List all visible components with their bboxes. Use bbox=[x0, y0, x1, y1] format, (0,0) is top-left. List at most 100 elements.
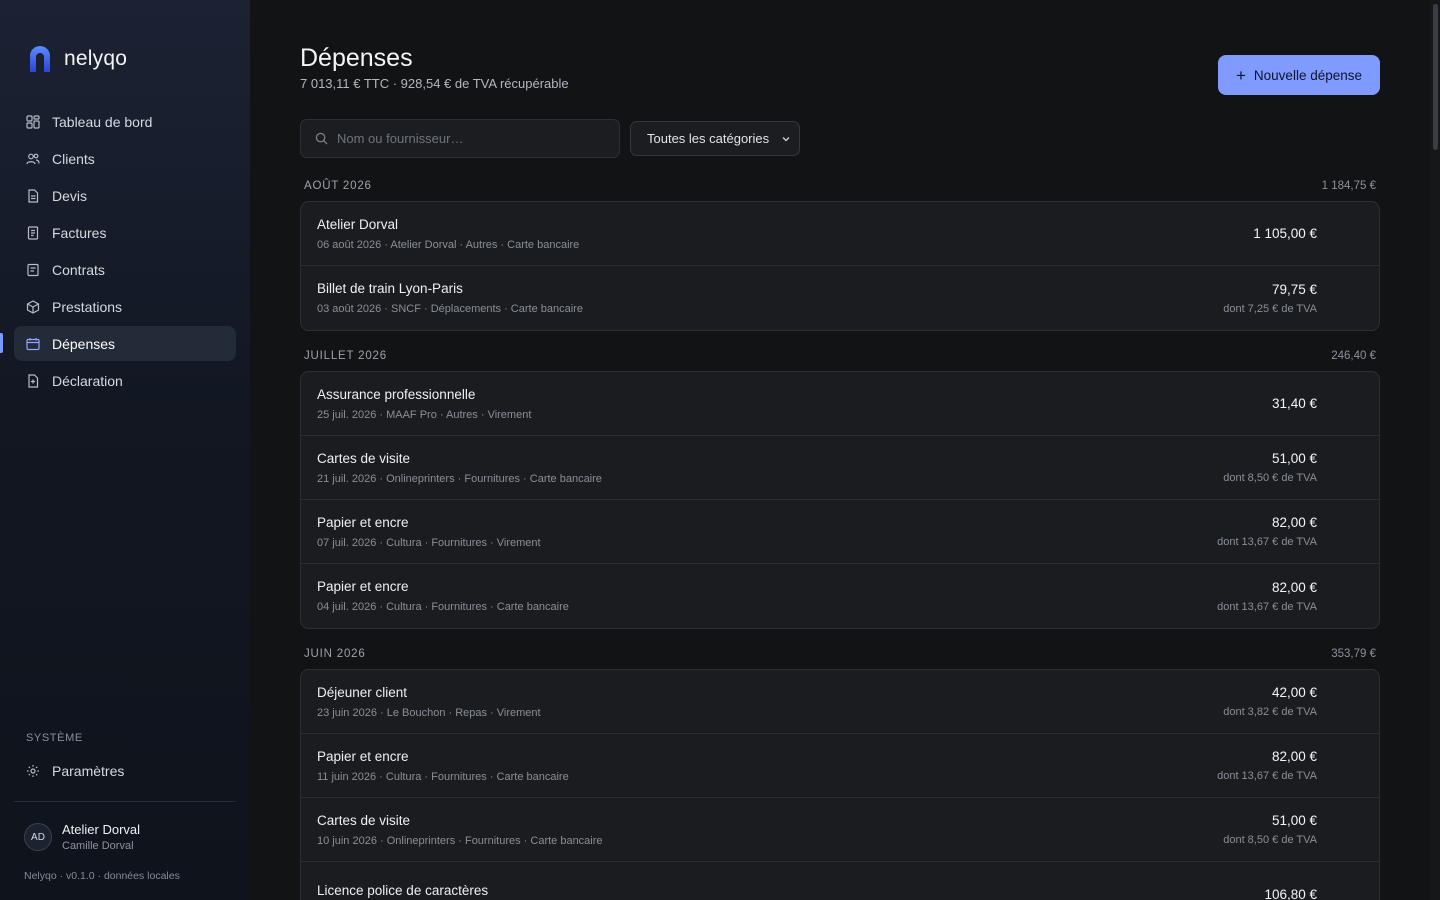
month-total: 353,79 € bbox=[1331, 648, 1376, 660]
category-select-value: Toutes les catégories bbox=[647, 131, 770, 146]
wallet-icon bbox=[26, 337, 40, 350]
sidebar: nelyqo Tableau de bord Clients Devis Fac… bbox=[0, 0, 250, 900]
invoice-icon bbox=[27, 225, 39, 240]
expense-row[interactable]: Papier et encre 07 juil. 2026 · Cultura ·… bbox=[301, 500, 1379, 564]
search-icon bbox=[315, 132, 328, 145]
expense-meta: 21 juil. 2026 · Onlineprinters · Fournit… bbox=[317, 472, 602, 485]
expense-meta: 03 août 2026 · SNCF · Déplacements · Car… bbox=[317, 303, 583, 315]
expense-title: Papier et encre bbox=[317, 748, 409, 764]
user-profile[interactable]: AD Atelier Dorval Camille Dorval bbox=[24, 822, 140, 852]
document-icon bbox=[28, 188, 39, 203]
expense-vat: dont 8,50 € de TVA bbox=[1223, 472, 1317, 484]
expense-vat: dont 3,82 € de TVA bbox=[1223, 706, 1317, 718]
gear-icon bbox=[27, 764, 39, 777]
month-group-header: JUILLET 2026 246,40 € bbox=[300, 341, 1380, 371]
sidebar-divider bbox=[14, 801, 236, 802]
expense-row[interactable]: Déjeuner client 23 juin 2026 · Le Bouchon… bbox=[301, 670, 1379, 734]
expense-meta: 25 juil. 2026 · MAAF Pro · Autres · Vire… bbox=[317, 408, 532, 421]
expense-meta: 23 juin 2026 · Le Bouchon · Repas · Vire… bbox=[317, 706, 541, 719]
expense-meta: 07 juil. 2026 · Cultura · Fournitures · … bbox=[317, 536, 541, 549]
expense-row[interactable]: Atelier Dorval 06 août 2026 · Atelier Dor… bbox=[301, 202, 1379, 266]
user-subname: Camille Dorval bbox=[62, 840, 134, 852]
avatar: AD bbox=[24, 823, 52, 851]
nav-item-devis[interactable]: Devis bbox=[14, 178, 236, 213]
expense-row[interactable]: Papier et encre 04 juil. 2026 · Cultura ·… bbox=[301, 564, 1379, 628]
nav-item-dashboard[interactable]: Tableau de bord bbox=[14, 104, 236, 139]
brand[interactable]: nelyqo bbox=[28, 46, 127, 72]
nav-label: Clients bbox=[52, 150, 95, 167]
users-icon bbox=[26, 153, 40, 164]
expense-title: Atelier Dorval bbox=[317, 216, 399, 232]
search-box bbox=[300, 119, 620, 158]
declaration-icon bbox=[28, 373, 39, 388]
user-name: Atelier Dorval bbox=[62, 822, 141, 837]
expense-list: AOÛT 2026 1 184,75 € Atelier Dorval 06 ao… bbox=[300, 171, 1380, 900]
nav-item-factures[interactable]: Factures bbox=[14, 215, 236, 250]
nav-item-contrats[interactable]: Contrats bbox=[14, 252, 236, 287]
expense-title: Papier et encre bbox=[317, 579, 409, 594]
expense-vat: dont 13,67 € de TVA bbox=[1217, 600, 1317, 613]
expense-meta: 10 juin 2026 · Onlineprinters · Fournitu… bbox=[317, 834, 603, 847]
search-input[interactable] bbox=[337, 131, 607, 146]
brand-logo-icon bbox=[30, 46, 50, 72]
nav-label: Prestations bbox=[52, 298, 123, 315]
expense-title: Assurance professionnelle bbox=[317, 386, 476, 402]
month-label: JUIN 2026 bbox=[304, 648, 366, 660]
expense-row[interactable]: Billet de train Lyon-Paris 03 août 2026 ·… bbox=[301, 266, 1379, 330]
page-title: Dépenses bbox=[300, 44, 413, 72]
expense-amount: 1 105,00 € bbox=[1253, 226, 1317, 241]
page-summary: 7 013,11 € TTC · 928,54 € de TVA récupér… bbox=[300, 76, 569, 91]
system-section-label: SYSTÈME bbox=[26, 732, 83, 744]
app-version: Nelyqo · v0.1.0 · données locales bbox=[24, 870, 180, 882]
nav-item-settings[interactable]: Paramètres bbox=[14, 753, 236, 788]
expense-title: Cartes de visite bbox=[317, 812, 411, 828]
dashboard-icon bbox=[26, 114, 40, 129]
expense-meta: 04 juil. 2026 · Cultura · Fournitures · … bbox=[317, 601, 569, 613]
expense-vat: dont 13,67 € de TVA bbox=[1217, 770, 1317, 782]
scrollbar-thumb[interactable] bbox=[1433, 4, 1438, 150]
month-label: AOÛT 2026 bbox=[304, 180, 372, 192]
expense-amount: 82,00 € bbox=[1271, 749, 1317, 764]
nav-item-declaration[interactable]: Déclaration bbox=[14, 363, 236, 398]
expense-row[interactable]: Cartes de visite 10 juin 2026 · Onlinepri… bbox=[301, 798, 1379, 862]
expense-meta: 06 août 2026 · Atelier Dorval · Autres ·… bbox=[317, 238, 580, 251]
nav-item-depenses[interactable]: Dépenses bbox=[14, 326, 236, 361]
nav-label: Dépenses bbox=[52, 335, 116, 352]
expense-amount: 51,00 € bbox=[1271, 813, 1317, 828]
month-total: 246,40 € bbox=[1331, 350, 1376, 362]
month-card: Atelier Dorval 06 août 2026 · Atelier Dor… bbox=[300, 201, 1380, 331]
chevron-down-icon bbox=[782, 136, 790, 141]
nav-label: Déclaration bbox=[52, 372, 123, 389]
brand-name: nelyqo bbox=[64, 47, 128, 70]
expense-amount: 79,75 € bbox=[1271, 281, 1317, 297]
expense-title: Billet de train Lyon-Paris bbox=[317, 281, 463, 296]
new-expense-button[interactable]: + Nouvelle dépense bbox=[1218, 55, 1380, 95]
expense-vat: dont 8,50 € de TVA bbox=[1223, 834, 1317, 846]
expense-row[interactable]: Cartes de visite 21 juil. 2026 · Onlinepr… bbox=[301, 436, 1379, 500]
expense-title: Papier et encre bbox=[317, 514, 409, 530]
expense-title: Déjeuner client bbox=[317, 684, 408, 700]
expense-row[interactable]: Licence police de caractères 106,80 € bbox=[301, 862, 1379, 900]
expense-amount: 82,00 € bbox=[1271, 579, 1317, 595]
month-group-header: JUIN 2026 353,79 € bbox=[300, 639, 1380, 669]
nav-label: Factures bbox=[52, 224, 107, 241]
contract-icon bbox=[27, 263, 39, 276]
expense-amount: 106,80 € bbox=[1264, 886, 1317, 900]
month-total: 1 184,75 € bbox=[1321, 180, 1376, 192]
expense-row[interactable]: Assurance professionnelle 25 juil. 2026 ·… bbox=[301, 372, 1379, 436]
expense-amount: 82,00 € bbox=[1271, 515, 1317, 530]
nav-item-prestations[interactable]: Prestations bbox=[14, 289, 236, 324]
nav-label: Tableau de bord bbox=[52, 113, 153, 130]
new-expense-label: Nouvelle dépense bbox=[1253, 67, 1363, 83]
expense-title: Licence police de caractères bbox=[317, 883, 489, 898]
month-card: Déjeuner client 23 juin 2026 · Le Bouchon… bbox=[300, 669, 1380, 900]
month-group-header: AOÛT 2026 1 184,75 € bbox=[300, 171, 1380, 201]
main-nav: Tableau de bord Clients Devis Factures C… bbox=[14, 104, 236, 400]
scrollbar[interactable] bbox=[1430, 0, 1440, 900]
plus-icon: + bbox=[1235, 65, 1246, 85]
category-select[interactable]: Toutes les catégories bbox=[630, 121, 800, 156]
expense-row[interactable]: Papier et encre 11 juin 2026 · Cultura · … bbox=[301, 734, 1379, 798]
expense-vat: dont 7,25 € de TVA bbox=[1223, 302, 1317, 315]
nav-item-clients[interactable]: Clients bbox=[14, 141, 236, 176]
main-content: Dépenses 7 013,11 € TTC · 928,54 € de TV… bbox=[250, 0, 1430, 900]
